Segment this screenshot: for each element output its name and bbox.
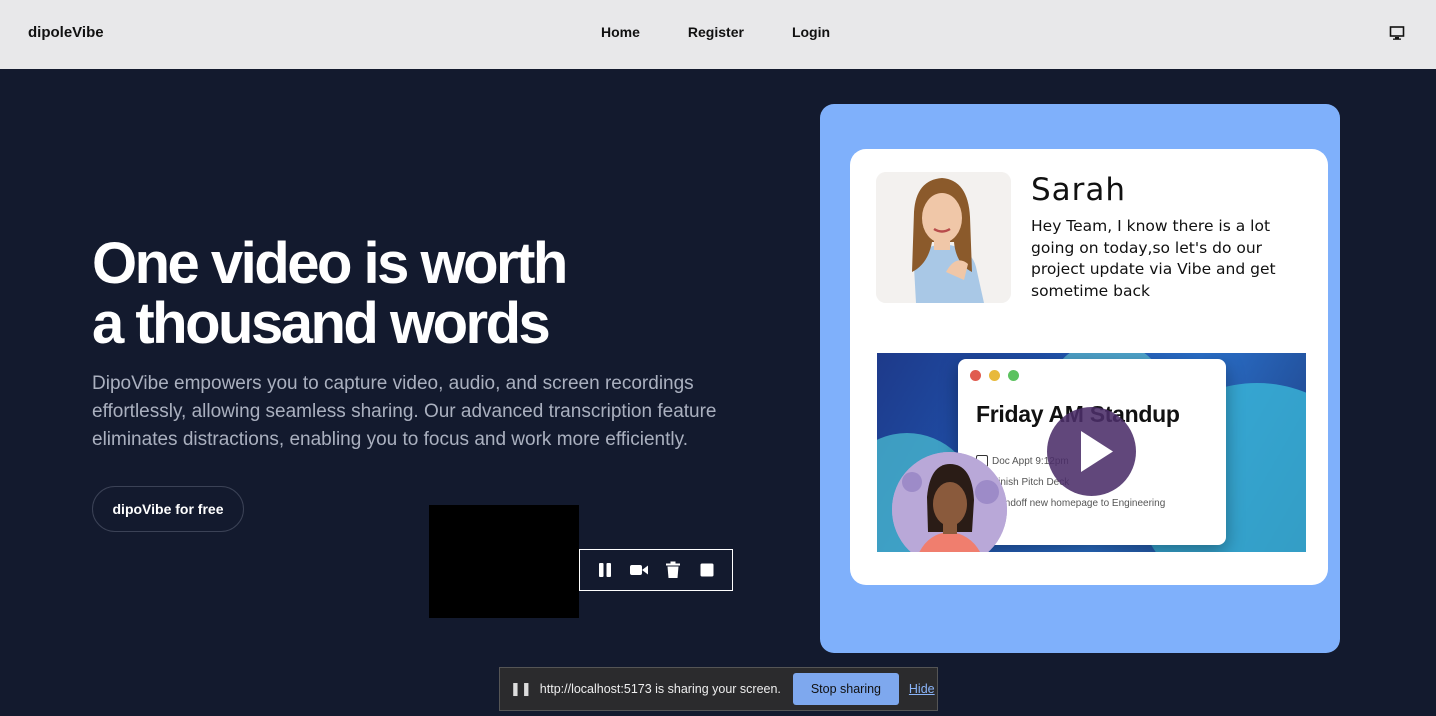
sarah-avatar [876,172,1011,303]
stop-icon[interactable] [696,559,718,581]
nav-link-register[interactable]: Register [688,24,744,40]
agenda-item: Handoff new homepage to Engineering [992,498,1166,509]
hero-description: DipoVibe empowers you to capture video, … [92,373,717,450]
pause-icon[interactable] [594,559,616,581]
window-minimize-dot [989,370,1000,381]
screen-share-bar: ❚❚ http://localhost:5173 is sharing your… [499,667,938,711]
hero-title-line1: One video is worth [92,231,568,296]
brand-logo[interactable]: dipoleVibe [28,24,104,41]
video-camera-icon[interactable] [628,559,650,581]
trash-icon[interactable] [662,559,684,581]
drag-handle-icon[interactable]: ❚❚ [510,681,532,697]
video-thumbnail[interactable]: Friday AM Standup Doc Appt 9:12pm Finish… [877,353,1306,552]
hero-title-line2: a thousand words [92,291,551,356]
hero-title: One video is worth a thousand words [92,234,712,354]
hide-link[interactable]: Hide [909,682,935,696]
top-nav: dipoleVibe Home Register Login [0,0,1436,69]
recording-preview [429,505,579,618]
sender-name: Sarah [1031,172,1127,208]
window-close-dot [970,370,981,381]
sender-message: Hey Team, I know there is a lot going on… [1031,217,1276,300]
nav-link-login[interactable]: Login [792,24,830,40]
monitor-icon[interactable] [1389,25,1405,41]
nav-link-home[interactable]: Home [601,24,640,40]
share-status-text: http://localhost:5173 is sharing your sc… [539,682,781,696]
play-icon[interactable] [1047,407,1136,496]
window-maximize-dot [1008,370,1019,381]
stop-sharing-button[interactable]: Stop sharing [792,673,899,705]
recording-controls [579,549,733,591]
cta-button[interactable]: dipoVibe for free [92,486,244,532]
nav-links: Home Register Login [601,24,830,40]
